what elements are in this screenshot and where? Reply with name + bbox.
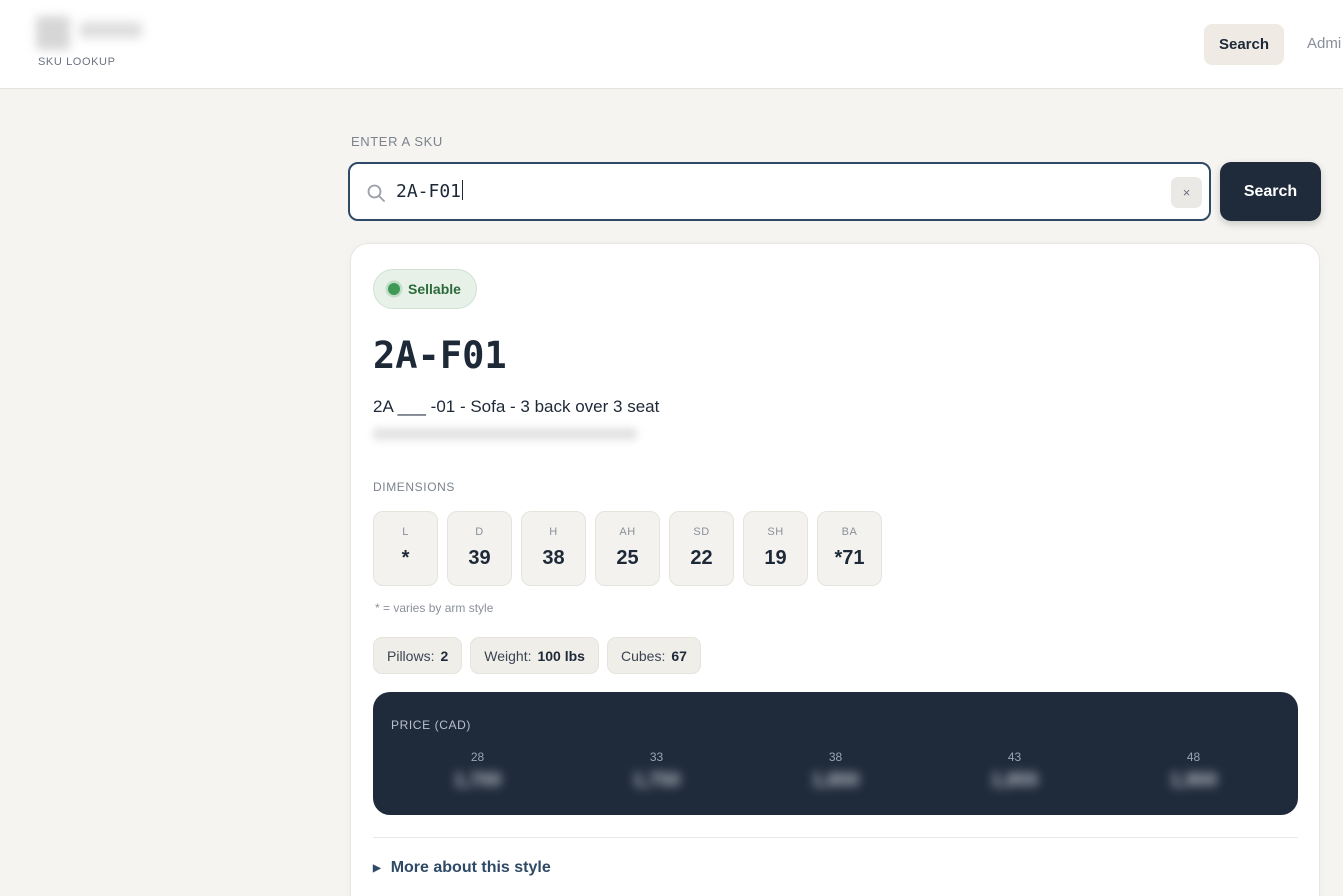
spec-value: 67: [671, 647, 687, 664]
spec-chip-cubes: Cubes: 67: [606, 637, 701, 674]
redacted-detail-line: [373, 428, 637, 440]
price-size: 48: [1186, 750, 1201, 764]
price-column: 38 1,800: [746, 750, 925, 792]
dimension-tile-ah: AH 25: [595, 511, 660, 586]
sku-title: 2A-F01: [373, 334, 507, 377]
text-caret: [462, 180, 464, 200]
dimension-key: SD: [693, 526, 710, 538]
dimension-value: 39: [468, 547, 491, 569]
dimension-value: *71: [834, 547, 865, 569]
dimension-key: D: [475, 526, 484, 538]
spec-value: 2: [440, 647, 449, 664]
price-column: 33 1,750: [567, 750, 746, 792]
dimension-value: *: [401, 547, 410, 569]
sku-search-input[interactable]: 2A-F01 ×: [348, 162, 1211, 221]
dimension-key: H: [549, 526, 558, 538]
dimension-tile-sh: SH 19: [743, 511, 808, 586]
sku-input-label: ENTER A SKU: [351, 134, 443, 149]
nav-search-link[interactable]: Search: [1204, 24, 1284, 65]
price-size: 33: [649, 750, 664, 764]
search-icon: [367, 184, 385, 202]
section-divider: [373, 837, 1298, 838]
dimension-value: 38: [542, 547, 565, 569]
dimension-value: 19: [764, 547, 787, 569]
status-label: Sellable: [408, 281, 461, 297]
logo-mark: [36, 16, 70, 50]
price-column: 48 1,900: [1104, 750, 1283, 792]
dimension-tile-d: D 39: [447, 511, 512, 586]
dimension-key: BA: [841, 526, 858, 538]
price-value: 1,800: [811, 770, 860, 791]
more-about-style-label: More about this style: [390, 859, 551, 876]
spec-label: Pillows:: [387, 647, 435, 664]
price-column: 28 1,700: [388, 750, 567, 792]
nav-admin-link[interactable]: Admi: [1307, 35, 1341, 52]
price-heading: PRICE (CAD): [391, 718, 471, 732]
dimensions-heading: DIMENSIONS: [373, 480, 456, 494]
price-panel: PRICE (CAD) 28 1,700 33 1,750 38 1,800 43 1,…: [373, 692, 1298, 815]
spec-chip-pillows: Pillows: 2: [373, 637, 463, 674]
disclosure-triangle-icon: ▶: [373, 862, 381, 874]
clear-search-button[interactable]: ×: [1171, 177, 1202, 208]
price-value: 1,855: [990, 770, 1039, 791]
dimension-key: SH: [767, 526, 784, 538]
brand-subtitle: SKU LOOKUP: [38, 56, 116, 68]
price-value: 1,900: [1169, 770, 1218, 791]
dimensions-grid: L * D 39 H 38 AH 25 SD 22 SH 19 BA *71: [373, 511, 882, 586]
search-button[interactable]: Search: [1220, 162, 1321, 221]
price-size: 38: [828, 750, 843, 764]
brand-logo[interactable]: [36, 14, 144, 50]
dimension-tile-ba: BA *71: [817, 511, 882, 586]
status-dot-icon: [388, 283, 400, 295]
dimension-tile-sd: SD 22: [669, 511, 734, 586]
sku-description: 2A ___ -01 - Sofa - 3 back over 3 seat: [373, 397, 660, 416]
sku-search-value[interactable]: 2A-F01: [396, 180, 464, 202]
spec-value: 100 lbs: [537, 647, 585, 664]
dimension-value: 22: [690, 547, 713, 569]
price-grid: 28 1,700 33 1,750 38 1,800 43 1,855 48 1,900: [388, 750, 1283, 792]
dimension-key: AH: [619, 526, 636, 538]
dimension-tile-h: H 38: [521, 511, 586, 586]
dimension-value: 25: [616, 547, 639, 569]
price-value: 1,700: [453, 770, 502, 791]
dimensions-footnote: * = varies by arm style: [375, 601, 494, 615]
logo-wordmark: [80, 22, 142, 38]
price-column: 43 1,855: [925, 750, 1104, 792]
price-value: 1,750: [632, 770, 681, 791]
status-badge: Sellable: [373, 269, 477, 309]
sku-result-card: Sellable 2A-F01 2A ___ -01 - Sofa - 3 ba…: [350, 243, 1320, 896]
more-about-style-toggle[interactable]: ▶ More about this style: [373, 859, 551, 877]
dimension-tile-l: L *: [373, 511, 438, 586]
top-bar: SKU LOOKUP Search Admi: [0, 0, 1343, 89]
spec-label: Weight:: [484, 647, 532, 664]
sku-search-text: 2A-F01: [396, 181, 462, 202]
spec-label: Cubes:: [620, 647, 666, 664]
dimension-key: L: [402, 526, 409, 538]
spec-chips: Pillows: 2 Weight: 100 lbs Cubes: 67: [373, 637, 701, 674]
spec-chip-weight: Weight: 100 lbs: [470, 637, 599, 674]
price-size: 28: [470, 750, 485, 764]
price-size: 43: [1007, 750, 1022, 764]
